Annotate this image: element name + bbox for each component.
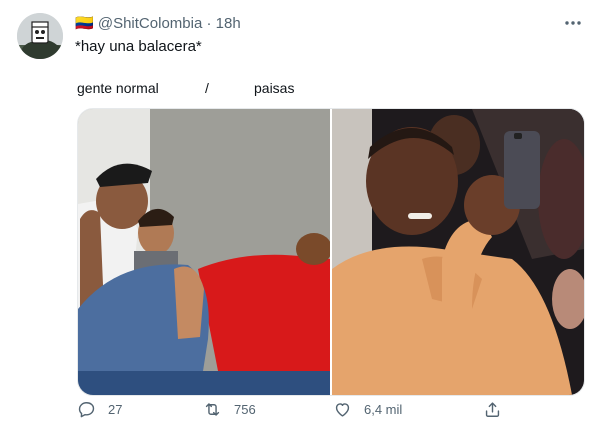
caption-separator: / xyxy=(205,80,209,96)
retweet-button[interactable]: 756 xyxy=(203,400,256,419)
avatar-image xyxy=(17,13,63,59)
share-icon xyxy=(485,402,500,417)
media-image-right[interactable] xyxy=(332,109,584,395)
photo-man-selfie xyxy=(332,109,584,395)
tweet-media[interactable] xyxy=(77,108,585,396)
tweet-time[interactable]: 18h xyxy=(216,15,241,32)
heart-icon xyxy=(335,403,350,417)
author-handle[interactable]: @ShitColombia xyxy=(98,15,202,32)
reply-button[interactable]: 27 xyxy=(77,400,122,419)
header-separator: · xyxy=(206,15,212,32)
more-button[interactable] xyxy=(561,13,585,33)
reply-icon xyxy=(78,402,95,418)
tweet[interactable]: 🇨🇴 @ShitColombia · 18h *hay una balacera… xyxy=(0,0,597,432)
retweet-icon xyxy=(205,403,220,416)
share-button[interactable] xyxy=(483,400,502,419)
reply-count: 27 xyxy=(108,402,123,417)
tweet-header: 🇨🇴 @ShitColombia · 18h xyxy=(75,14,241,32)
avatar[interactable] xyxy=(17,13,63,59)
media-image-left[interactable] xyxy=(78,109,332,395)
author-name[interactable]: 🇨🇴 xyxy=(75,15,94,32)
retweet-count: 756 xyxy=(234,402,256,417)
tweet-actions: 27 756 6,4 mil xyxy=(0,400,597,430)
more-horizontal-icon xyxy=(565,21,581,25)
photo-people-crouching xyxy=(78,109,332,395)
caption-left: gente normal xyxy=(77,80,159,96)
like-count: 6,4 mil xyxy=(364,402,403,417)
caption-right: paisas xyxy=(254,80,295,96)
like-button[interactable]: 6,4 mil xyxy=(333,400,402,419)
tweet-text: *hay una balacera* xyxy=(75,38,202,55)
